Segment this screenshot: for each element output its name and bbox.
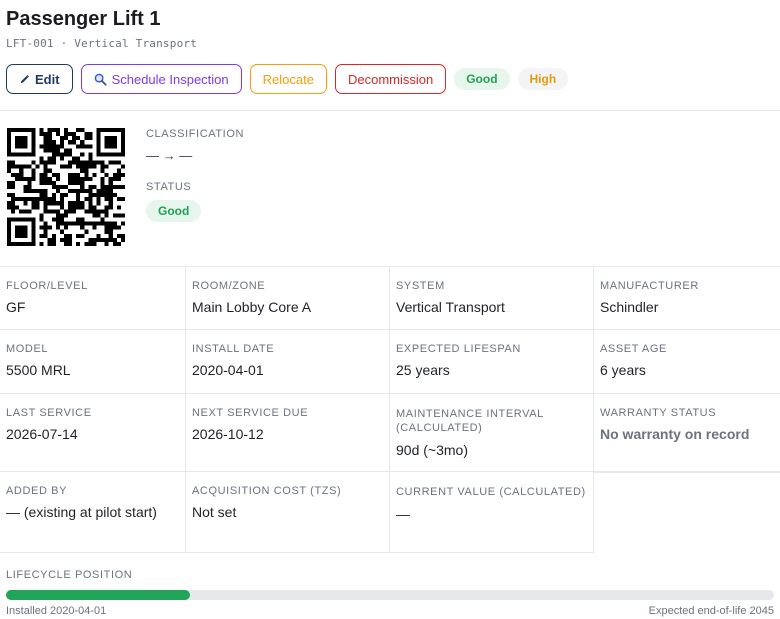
lifecycle-bar-labels: Installed 2020-04-01 Expected end-of-lif… xyxy=(6,605,774,617)
detail-label: NEXT SERVICE DUE xyxy=(192,407,309,419)
edit-button[interactable]: Edit xyxy=(6,64,73,94)
detail-value: 2026-07-14 xyxy=(6,426,78,442)
asset-summary: CLASSIFICATION — → — STATUS Good xyxy=(0,112,780,266)
detail-cell: CURRENT VALUE (CALCULATED) — xyxy=(390,472,594,553)
action-bar: Edit Schedule Inspection Relocate Decomm… xyxy=(6,64,774,94)
lifecycle-end-label: Expected end-of-life 2045 xyxy=(648,605,774,617)
schedule-inspection-button[interactable]: Schedule Inspection xyxy=(80,64,242,94)
criticality-badge: High xyxy=(517,68,569,90)
detail-value: Schindler xyxy=(600,299,659,315)
edit-button-label: Edit xyxy=(35,71,60,87)
pencil-icon xyxy=(19,74,30,85)
empty-cell xyxy=(594,472,780,553)
magnifier-icon xyxy=(94,73,107,86)
detail-value: Main Lobby Core A xyxy=(192,299,312,315)
classification-value: — → — xyxy=(146,148,193,163)
detail-label: ACQUISITION COST (TZS) xyxy=(192,485,342,497)
lifecycle-start-label: Installed 2020-04-01 xyxy=(6,605,107,617)
lifecycle-label: LIFECYCLE POSITION xyxy=(6,569,133,581)
detail-label: LAST SERVICE xyxy=(6,407,92,419)
detail-label: WARRANTY STATUS xyxy=(600,407,717,419)
condition-badge: Good xyxy=(454,68,510,90)
decommission-button[interactable]: Decommission xyxy=(334,64,447,94)
detail-cell: EXPECTED LIFESPAN 25 years xyxy=(390,330,594,393)
detail-label: EXPECTED LIFESPAN xyxy=(396,343,521,355)
asset-meta: CLASSIFICATION — → — STATUS Good xyxy=(146,128,244,222)
lifecycle-section: LIFECYCLE POSITION Installed 2020-04-01 … xyxy=(6,569,774,617)
detail-value: Vertical Transport xyxy=(396,299,505,315)
status-badge: Good xyxy=(146,200,202,222)
detail-cell: NEXT SERVICE DUE 2026-10-12 xyxy=(186,394,390,471)
detail-cell: LAST SERVICE 2026-07-14 xyxy=(0,394,186,471)
detail-value: — xyxy=(396,506,410,522)
detail-cell: FLOOR/LEVEL GF xyxy=(0,267,186,329)
detail-cell: MODEL 5500 MRL xyxy=(0,330,186,393)
detail-label: ROOM/ZONE xyxy=(192,280,266,292)
lifecycle-progress-fill xyxy=(6,590,191,600)
qr-code xyxy=(7,128,125,246)
detail-label: ADDED BY xyxy=(6,485,68,497)
detail-value: Not set xyxy=(192,504,237,520)
detail-label: SYSTEM xyxy=(396,280,445,292)
detail-label: INSTALL DATE xyxy=(192,343,275,355)
details-row: FLOOR/LEVEL GF ROOM/ZONE Main Lobby Core A… xyxy=(0,266,780,329)
detail-cell: INSTALL DATE 2020-04-01 xyxy=(186,330,390,393)
relocate-button[interactable]: Relocate xyxy=(249,64,327,94)
detail-value: 6 years xyxy=(600,362,646,378)
asset-details-grid: FLOOR/LEVEL GF ROOM/ZONE Main Lobby Core A… xyxy=(0,266,780,553)
detail-value: 25 years xyxy=(396,362,450,378)
detail-label: CURRENT VALUE (CALCULATED) xyxy=(396,486,586,498)
detail-label: MAINTENANCE INTERVAL (CALCULATED) xyxy=(396,408,544,434)
details-row: MODEL 5500 MRL INSTALL DATE 2020-04-01 EXP… xyxy=(0,329,780,393)
schedule-inspection-label: Schedule Inspection xyxy=(111,71,229,87)
detail-value: GF xyxy=(6,299,26,315)
lifecycle-progress-bar xyxy=(6,590,774,600)
detail-cell: ROOM/ZONE Main Lobby Core A xyxy=(186,267,390,329)
classification-label: CLASSIFICATION xyxy=(146,128,245,140)
detail-cell: ADDED BY — (existing at pilot start) xyxy=(0,472,186,553)
detail-label: MODEL xyxy=(6,343,49,355)
detail-label: MANUFACTURER xyxy=(600,280,699,292)
page-title: Passenger Lift 1 xyxy=(6,8,161,30)
detail-cell: ASSET AGE 6 years xyxy=(594,330,780,393)
detail-cell: SYSTEM Vertical Transport xyxy=(390,267,594,329)
asset-header: Passenger Lift 1 LFT-001 · Vertical Tran… xyxy=(0,0,780,111)
detail-cell: WARRANTY STATUS No warranty on record xyxy=(594,394,780,471)
detail-value: 2026-10-12 xyxy=(192,426,264,442)
detail-value: 5500 MRL xyxy=(6,362,71,378)
detail-label: FLOOR/LEVEL xyxy=(6,280,88,292)
details-row: ADDED BY — (existing at pilot start) ACQU… xyxy=(0,471,780,553)
detail-label: ASSET AGE xyxy=(600,343,667,355)
asset-subtitle: LFT-001 · Vertical Transport xyxy=(6,37,198,50)
detail-cell: ACQUISITION COST (TZS) Not set xyxy=(186,472,390,553)
warranty-status-value: No warranty on record xyxy=(600,426,750,442)
detail-cell: MANUFACTURER Schindler xyxy=(594,267,780,329)
detail-value: 2020-04-01 xyxy=(192,362,264,378)
details-row: LAST SERVICE 2026-07-14 NEXT SERVICE DUE 2… xyxy=(0,393,780,471)
detail-value: — (existing at pilot start) xyxy=(6,504,157,520)
detail-cell: MAINTENANCE INTERVAL (CALCULATED) 90d (~3… xyxy=(390,394,594,471)
detail-value: 90d (~3mo) xyxy=(396,442,468,458)
status-label: STATUS xyxy=(146,181,192,193)
